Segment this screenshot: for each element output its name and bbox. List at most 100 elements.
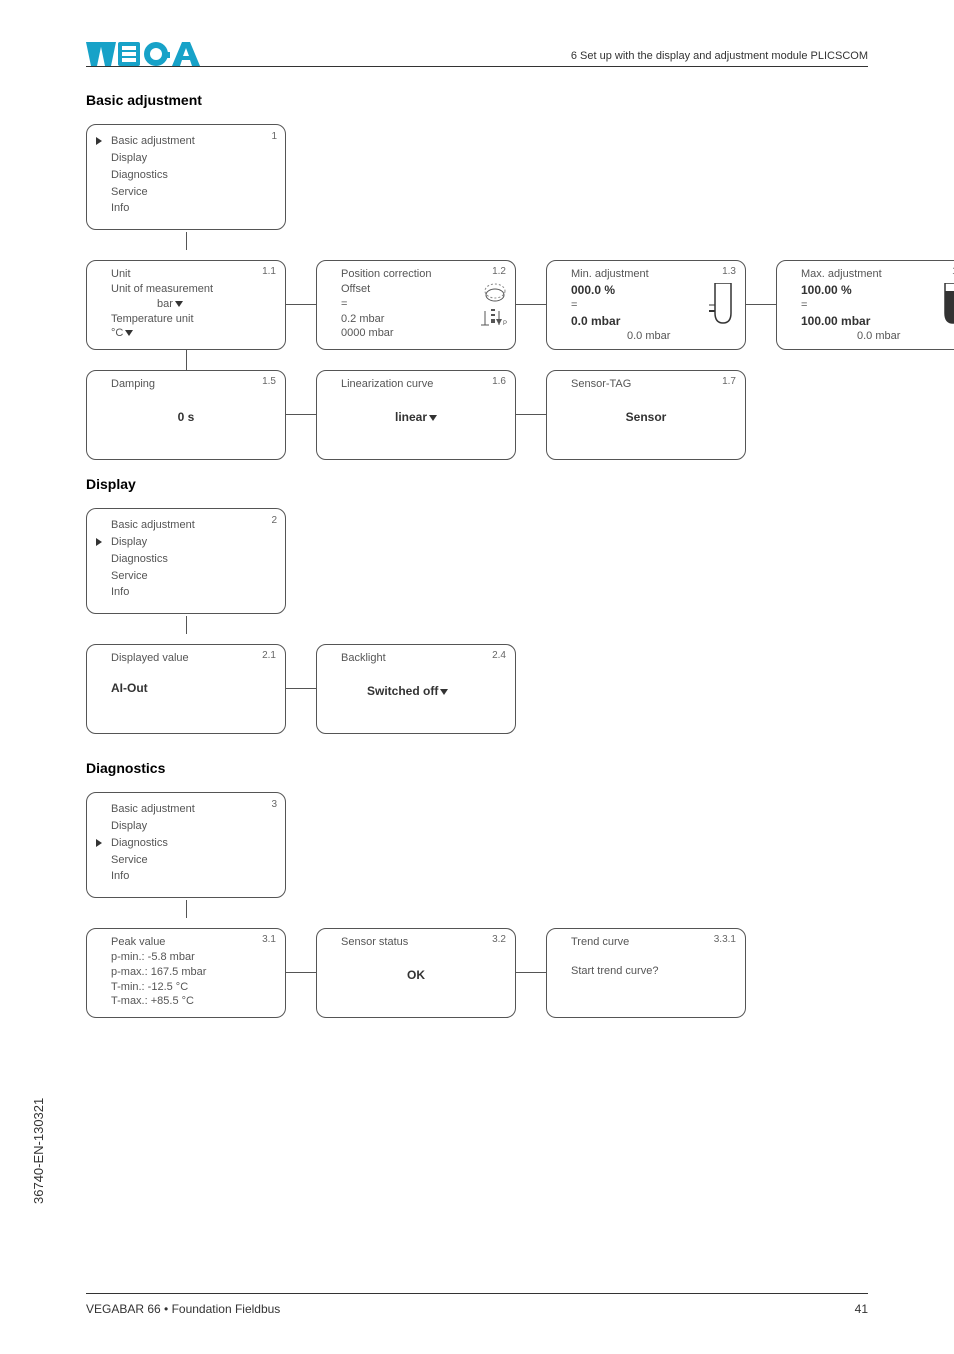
screen-num: 1.6 (492, 376, 506, 387)
connector (186, 616, 187, 634)
value: 100.00 mbar (787, 313, 954, 329)
value: T-min.: -12.5 °C (97, 980, 275, 995)
menu-item[interactable]: Info (87, 200, 285, 217)
value[interactable]: linear (327, 410, 505, 424)
label: Damping (97, 377, 275, 392)
screen-1-7: 1.7 Sensor-TAG Sensor (546, 370, 746, 460)
connector (286, 414, 316, 415)
menu-2: 2 Basic adjustment Display Diagnostics S… (86, 508, 286, 614)
label: Unit (97, 267, 275, 282)
screen-num: 1.1 (262, 266, 276, 277)
label: Min. adjustment (557, 267, 735, 282)
screen-num: 1.2 (492, 266, 506, 277)
label: Position correction (327, 267, 505, 282)
value: 0000 mbar (327, 326, 505, 341)
menu-item[interactable]: Diagnostics (87, 551, 285, 568)
value: OK (327, 968, 505, 982)
screen-1-4: 1.4 Max. adjustment 100.00 % = 100.00 mb… (776, 260, 954, 350)
menu-item[interactable]: Diagnostics (87, 167, 285, 184)
screen-3-1: 3.1 Peak value p-min.: -5.8 mbar p-max.:… (86, 928, 286, 1018)
screen-2-4: 2.4 Backlight Switched off (316, 644, 516, 734)
menu-item[interactable]: Basic adjustment (87, 133, 285, 150)
screen-1-1: 1.1 Unit Unit of measurement bar Tempera… (86, 260, 286, 350)
connector (186, 900, 187, 918)
page-number: 41 (855, 1302, 868, 1316)
value: AI-Out (97, 680, 275, 696)
menu-item[interactable]: Display (87, 818, 285, 835)
label: = (327, 297, 505, 312)
value: Sensor (557, 410, 735, 424)
label: Unit of measurement (97, 282, 275, 297)
label: Sensor status (327, 935, 505, 950)
menu-item[interactable]: Diagnostics (87, 835, 285, 852)
footer-rule (86, 1293, 868, 1294)
value[interactable]: °C (97, 326, 275, 341)
label: Temperature unit (97, 312, 275, 327)
menu-item[interactable]: Basic adjustment (87, 801, 285, 818)
value[interactable]: Switched off (327, 684, 505, 698)
label: Backlight (327, 651, 505, 666)
label: Displayed value (97, 651, 275, 666)
min-gauge-icon (709, 283, 737, 327)
screen-num: 3.2 (492, 934, 506, 945)
max-gauge-icon (939, 283, 954, 327)
menu-item[interactable]: Display (87, 150, 285, 167)
screen-1-6: 1.6 Linearization curve linear (316, 370, 516, 460)
menu-item[interactable]: Info (87, 584, 285, 601)
value[interactable]: Start trend curve? (557, 964, 735, 979)
value: 0.0 mbar (787, 329, 954, 344)
connector (286, 688, 316, 689)
menu-1: 1 Basic adjustment Display Diagnostics S… (86, 124, 286, 230)
connector (286, 304, 316, 305)
connector (746, 304, 776, 305)
menu-item[interactable]: Service (87, 184, 285, 201)
section-basic-title: Basic adjustment (86, 92, 911, 108)
screen-num: 3.3.1 (714, 934, 736, 945)
menu-item[interactable]: Basic adjustment (87, 517, 285, 534)
doc-id-vertical: 36740-EN-130321 (31, 1098, 46, 1204)
svg-text:P: P (503, 321, 507, 327)
position-icon: P (481, 281, 509, 331)
footer-left: VEGABAR 66 • Foundation Fieldbus (86, 1302, 280, 1316)
connector (516, 304, 546, 305)
screen-2-1: 2.1 Displayed value AI-Out (86, 644, 286, 734)
connector (516, 972, 546, 973)
screen-num: 2.4 (492, 650, 506, 661)
value: T-max.: +85.5 °C (97, 994, 275, 1009)
connector (186, 350, 187, 370)
label: = (787, 298, 954, 313)
screen-num: 1.5 (262, 376, 276, 387)
screen-1-5: 1.5 Damping 0 s (86, 370, 286, 460)
header-chapter: 6 Set up with the display and adjustment… (571, 50, 868, 62)
value: p-max.: 167.5 mbar (97, 965, 275, 980)
value[interactable]: bar (97, 297, 275, 312)
screen-3-3-1: 3.3.1 Trend curve Start trend curve? (546, 928, 746, 1018)
label: Peak value (97, 935, 275, 950)
connector (186, 232, 187, 250)
vega-logo (86, 40, 206, 68)
label: Sensor-TAG (557, 377, 735, 392)
screen-1-3: 1.3 Min. adjustment 000.0 % = 0.0 mbar 0… (546, 260, 746, 350)
screen-num: 2.1 (262, 650, 276, 661)
section-diag-title: Diagnostics (86, 760, 911, 776)
screen-num: 1.3 (722, 266, 736, 277)
menu-item[interactable]: Service (87, 568, 285, 585)
label: Trend curve (557, 935, 735, 950)
screen-num: 3.1 (262, 934, 276, 945)
menu-3: 3 Basic adjustment Display Diagnostics S… (86, 792, 286, 898)
menu-item[interactable]: Service (87, 852, 285, 869)
screen-1-2: 1.2 Position correction Offset = 0.2 mba… (316, 260, 516, 350)
screen-num: 1.7 (722, 376, 736, 387)
value: 0.0 mbar (557, 329, 735, 344)
value: 100.00 % (787, 282, 954, 298)
menu-item[interactable]: Display (87, 534, 285, 551)
label: Linearization curve (327, 377, 505, 392)
value: 0 s (97, 410, 275, 424)
connector (286, 972, 316, 973)
value: 0.2 mbar (327, 312, 505, 327)
connector (516, 414, 546, 415)
label: Max. adjustment (787, 267, 954, 282)
section-display-title: Display (86, 476, 911, 492)
screen-3-2: 3.2 Sensor status OK (316, 928, 516, 1018)
menu-item[interactable]: Info (87, 868, 285, 885)
